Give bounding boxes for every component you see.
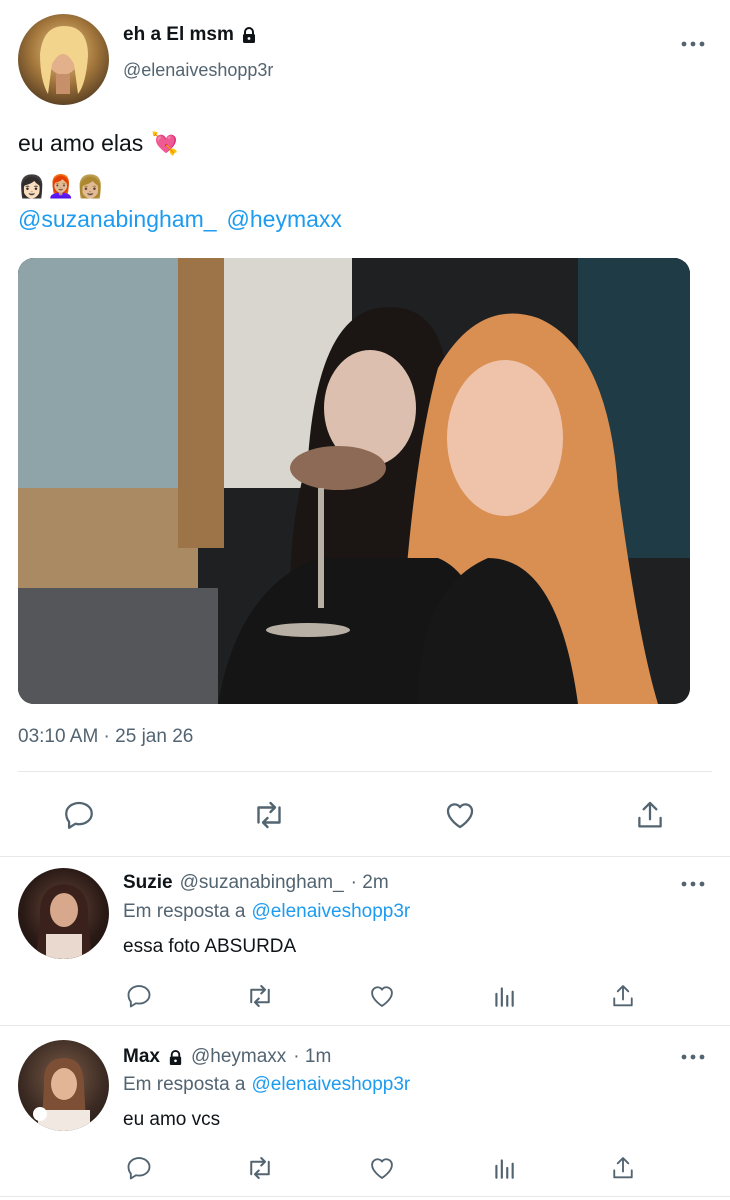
reply-text: essa foto ABSURDA: [123, 936, 297, 957]
share-icon[interactable]: [607, 980, 639, 1012]
retweet-icon[interactable]: [244, 1152, 276, 1184]
tweet-timestamp[interactable]: 03:10 AM · 25 jan 26: [18, 726, 193, 748]
retweet-icon[interactable]: [244, 980, 276, 1012]
reply-icon[interactable]: [123, 1152, 155, 1184]
divider: [18, 771, 712, 772]
share-icon[interactable]: [607, 1152, 639, 1184]
divider: [0, 856, 730, 857]
reply-display-name[interactable]: Max: [123, 1046, 160, 1068]
analytics-icon[interactable]: [488, 980, 520, 1012]
divider: [0, 1025, 730, 1026]
reply-time[interactable]: · 1m: [293, 1046, 331, 1068]
divider: [0, 1196, 730, 1197]
reply-avatar[interactable]: [18, 1040, 109, 1131]
reply-icon[interactable]: [60, 796, 98, 834]
more-icon[interactable]: [678, 1045, 708, 1069]
share-icon[interactable]: [631, 796, 669, 834]
reply-to-label: Em resposta a: [123, 901, 246, 922]
reply-time[interactable]: · 2m: [351, 872, 389, 894]
analytics-icon[interactable]: [488, 1152, 520, 1184]
lock-icon: [167, 1049, 184, 1066]
tweet-photo[interactable]: [18, 258, 690, 704]
reply-handle[interactable]: @suzanabingham_: [180, 872, 344, 894]
like-icon[interactable]: [366, 980, 398, 1012]
reply-avatar[interactable]: [18, 868, 109, 959]
mention-suzanabingham[interactable]: @suzanabingham_: [18, 206, 217, 233]
author-display-name[interactable]: eh a El msm: [123, 24, 234, 46]
lock-icon: [240, 26, 258, 44]
mention-heymaxx[interactable]: @heymaxx: [227, 206, 342, 233]
like-icon[interactable]: [441, 796, 479, 834]
reply-handle[interactable]: @heymaxx: [191, 1046, 286, 1068]
more-icon[interactable]: [678, 32, 708, 56]
tweet-text: eu amo elas: [18, 130, 144, 156]
more-icon[interactable]: [678, 872, 708, 896]
emoji-line: 👩🏻👩🏼‍🦰👩🏼: [18, 174, 107, 199]
author-handle[interactable]: @elenaiveshopp3r: [123, 60, 273, 81]
reply-icon[interactable]: [123, 980, 155, 1012]
reply-display-name[interactable]: Suzie: [123, 872, 173, 894]
author-avatar[interactable]: [18, 14, 109, 105]
like-icon[interactable]: [366, 1152, 398, 1184]
retweet-icon[interactable]: [250, 796, 288, 834]
reply-to-handle[interactable]: @elenaiveshopp3r: [252, 1074, 411, 1096]
heart-arrow-emoji: 💘: [151, 130, 179, 156]
reply-text: eu amo vcs: [123, 1109, 221, 1130]
reply-to-handle[interactable]: @elenaiveshopp3r: [252, 901, 411, 923]
reply-to-label: Em resposta a: [123, 1074, 246, 1095]
